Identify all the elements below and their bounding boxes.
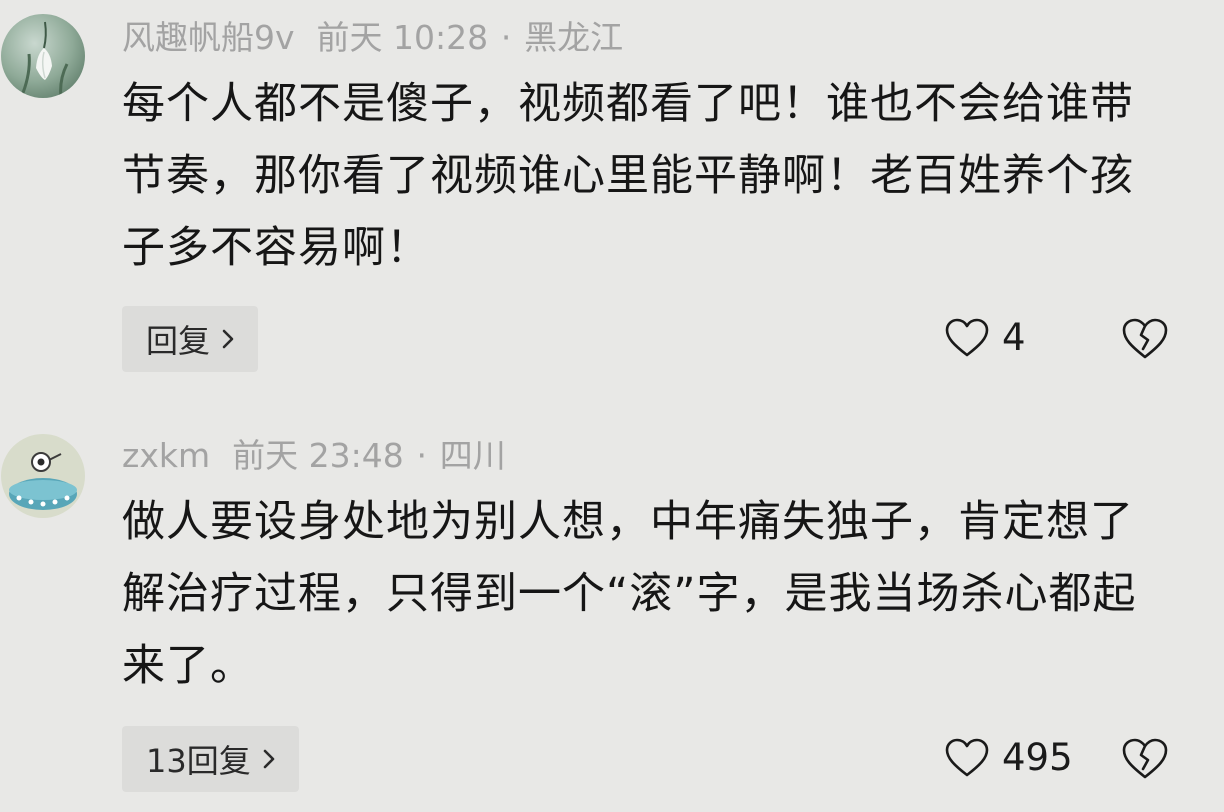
comment-location: 四川 [439, 436, 506, 475]
comment-location: 黑龙江 [524, 18, 624, 57]
meta-separator: · [416, 436, 427, 475]
meta-separator: · [500, 18, 512, 57]
like-button[interactable]: 495 [944, 736, 1073, 779]
dislike-button[interactable] [1120, 316, 1170, 362]
comment-text: 每个人都不是傻子，视频都看了吧！谁也不会给谁带节奏，那你看了视频谁心里能平静啊！… [122, 79, 1134, 273]
reply-label: 回复 [146, 322, 211, 360]
username[interactable]: 风趣帆船9v [122, 18, 295, 57]
snowdrop-flower-avatar-image [1, 14, 85, 98]
reply-button[interactable]: 13回复 [122, 726, 299, 792]
chevron-right-icon [263, 749, 275, 769]
chevron-right-icon [222, 329, 234, 349]
avatar[interactable] [1, 14, 85, 98]
comment-time: 前天 10:28 [316, 18, 489, 57]
avatar[interactable] [1, 434, 85, 518]
comment-text: 做人要设身处地为别人想，中年痛失独子，肯定想了解治疗过程，只得到一个“滚”字，是… [122, 497, 1137, 691]
like-button[interactable]: 4 [944, 316, 1026, 359]
username[interactable]: zxkm [122, 436, 210, 475]
broken-heart-icon [1122, 318, 1168, 359]
reply-button[interactable]: 回复 [122, 306, 259, 372]
heart-outline-icon [945, 738, 989, 776]
broken-heart-icon [1122, 738, 1168, 779]
dislike-button[interactable] [1120, 736, 1170, 782]
cartoon-ufo-avatar-image [1, 434, 85, 518]
comment-time: 前天 23:48 [232, 436, 404, 475]
comment-meta: 风趣帆船9v 前天 10:28 · 黑龙江 [122, 18, 623, 58]
like-count: 4 [1002, 316, 1026, 359]
heart-outline-icon [945, 318, 989, 356]
reply-label: 13回复 [146, 742, 251, 780]
comment-meta: zxkm 前天 23:48 · 四川 [122, 436, 506, 476]
like-count: 495 [1002, 736, 1073, 779]
